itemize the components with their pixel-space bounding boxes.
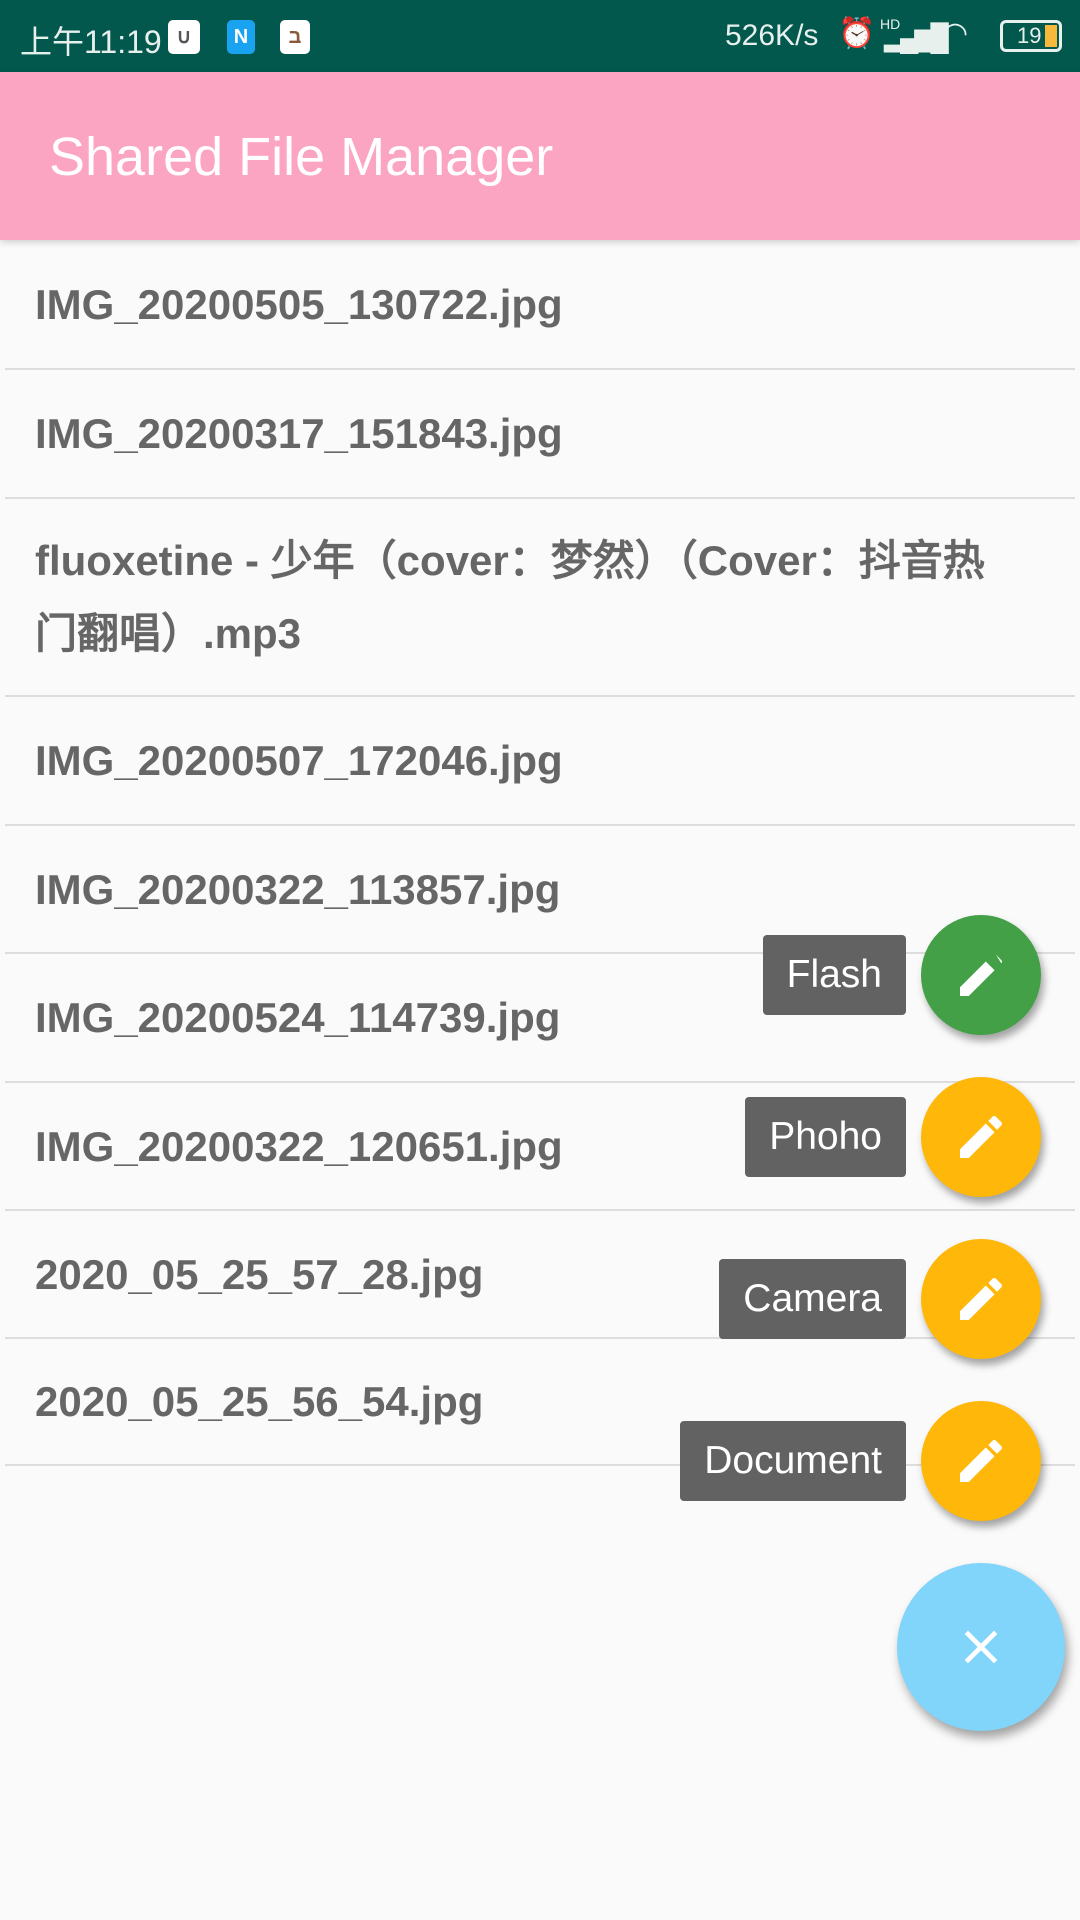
mi-store-notification-icon: ∪ <box>168 20 200 54</box>
file-row[interactable]: fluoxetine - 少年（cover：梦然）（Cover：抖音热门翻唱）.… <box>5 499 1075 697</box>
file-name: IMG_20200322_113857.jpg <box>35 865 561 913</box>
status-time: 上午11:19 <box>20 24 162 60</box>
file-row[interactable]: IMG_20200505_130722.jpg <box>5 240 1075 370</box>
flash-button[interactable] <box>921 915 1041 1035</box>
close-icon <box>964 1630 998 1664</box>
network-speed: 526K/s <box>725 19 819 52</box>
file-row[interactable]: IMG_20200507_172046.jpg <box>5 697 1075 826</box>
file-row[interactable]: IMG_20200524_114739.jpg <box>5 954 1075 1083</box>
file-name: IMG_20200322_120651.jpg <box>35 1122 563 1170</box>
fab-label[interactable]: Phoho <box>745 1097 906 1177</box>
pencil-icon <box>960 1277 1003 1320</box>
app-bar: Shared File Manager <box>0 72 1080 240</box>
file-row[interactable]: 2020_05_25_56_54.jpg <box>5 1339 1075 1466</box>
file-name: 2020_05_25_56_54.jpg <box>35 1378 484 1425</box>
alarm-icon: ⏰ <box>838 17 876 50</box>
signal-icon: ▂▄▆█ <box>884 22 949 52</box>
battery-icon: 19 <box>1000 20 1062 52</box>
file-row[interactable]: 2020_05_25_57_28.jpg <box>5 1211 1075 1339</box>
wifi-icon: ◠ <box>942 17 969 50</box>
fab-label[interactable]: Camera <box>719 1259 906 1339</box>
close-fab-button[interactable] <box>897 1563 1065 1731</box>
camera-button[interactable] <box>921 1239 1041 1359</box>
fab-label[interactable]: Document <box>680 1421 906 1501</box>
app-notification-icon: ב <box>280 20 310 54</box>
app-title: Shared File Manager <box>49 127 554 187</box>
file-name: 2020_05_25_57_28.jpg <box>35 1250 484 1298</box>
document-button[interactable] <box>921 1401 1041 1521</box>
fab-label[interactable]: Flash <box>762 935 906 1015</box>
file-name: IMG_20200524_114739.jpg <box>35 994 561 1041</box>
file-name: fluoxetine - 少年（cover：梦然）（Cover：抖音热门翻唱）.… <box>35 537 985 657</box>
file-row[interactable]: IMG_20200322_113857.jpg <box>5 826 1075 954</box>
battery-level: 19 <box>1017 23 1042 48</box>
pencil-icon <box>960 1115 1003 1158</box>
file-row[interactable]: IMG_20200317_151843.jpg <box>5 370 1075 499</box>
file-row[interactable]: IMG_20200322_120651.jpg <box>5 1083 1075 1211</box>
phoho-button[interactable] <box>921 1077 1041 1197</box>
file-name: IMG_20200317_151843.jpg <box>35 410 563 457</box>
file-name: IMG_20200507_172046.jpg <box>35 737 563 784</box>
status-bar: 上午11:19 ∪ N ב 526K/s ⏰ HD ▂▄▆█ ◠ 19 <box>0 0 1080 72</box>
file-name: IMG_20200505_130722.jpg <box>35 280 563 328</box>
pencil-icon <box>960 954 1003 996</box>
pencil-icon <box>960 1439 1003 1482</box>
file-list: IMG_20200505_130722.jpg IMG_20200317_151… <box>0 240 1080 1466</box>
n-app-notification-icon: N <box>227 20 255 54</box>
